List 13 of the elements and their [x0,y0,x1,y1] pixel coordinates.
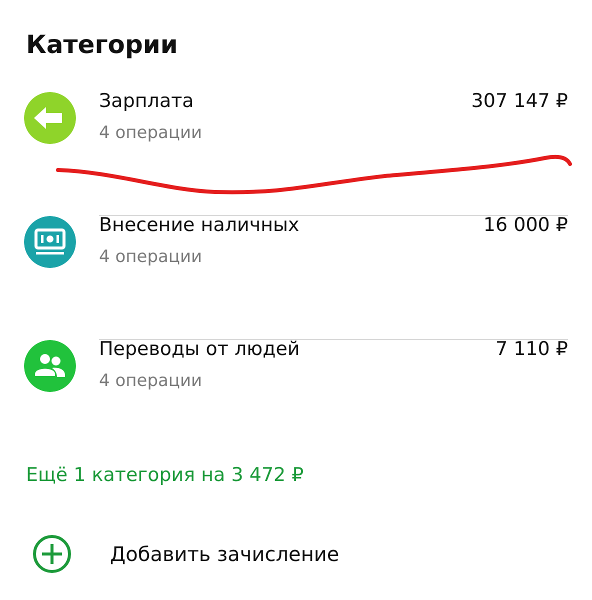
add-income-button[interactable]: Добавить зачисление [110,538,340,568]
add-icon[interactable] [32,534,72,574]
more-categories-link[interactable]: Ещё 1 категория на 3 472 ₽ [0,461,330,490]
operations-count: 4 операции [99,370,204,393]
category-name: Переводы от людей [99,338,301,361]
category-amount: 16 000 ₽ [483,214,568,238]
category-name: Зарплата [99,90,195,113]
category-name: Внесение наличных [99,214,300,237]
operations-count: 4 операции [99,122,204,145]
page-title: Категории [25,29,179,60]
category-amount: 307 147 ₽ [471,90,568,114]
operations-count: 4 операции [99,246,204,269]
category-amount: 7 110 ₽ [495,338,568,362]
